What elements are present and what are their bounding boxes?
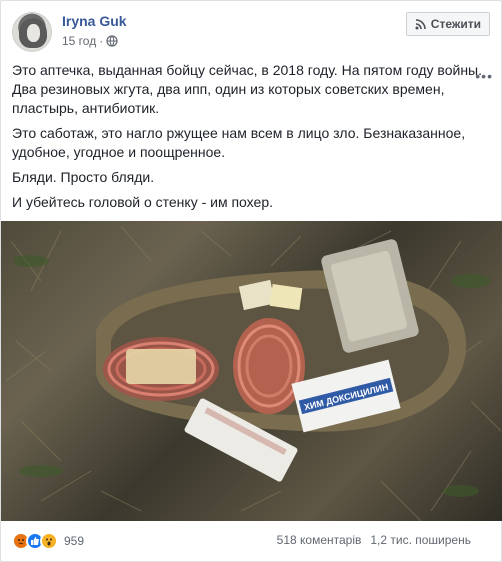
first-aid-kit-photo: ХИМ ДОКСИЦИЛИН [5,225,502,521]
post-photo[interactable]: ХИМ ДОКСИЦИЛИН [1,221,502,521]
shares-count[interactable]: 1,2 тис. поширень [370,533,471,547]
follow-button[interactable]: Стежити [405,12,490,36]
comments-count[interactable]: 518 коментарів [277,533,362,547]
post-paragraph: Это аптечка, выданная бойцу сейчас, в 20… [12,62,482,116]
post-paragraph: Бляди. Просто бляди. [12,169,155,185]
wow-reaction-icon [40,532,58,550]
post-footer: 959 518 коментарів 1,2 тис. поширень [12,529,490,553]
reaction-count: 959 [64,534,85,548]
post-paragraph: Это саботаж, это нагло ржущее нам всем в… [12,125,466,160]
post-paragraph: И убейтесь головой о стенку - им похер. [12,194,273,210]
author-name[interactable]: Iryna Guk [62,13,127,29]
post-card: Iryna Guk 15 год · Стежити ••• Это аптеч… [0,0,502,562]
rss-icon [415,18,426,29]
reactions-summary[interactable]: 959 [12,532,84,550]
post-header: Iryna Guk 15 год · Стежити ••• [12,12,492,84]
post-time[interactable]: 15 год [62,34,96,48]
author-avatar[interactable] [12,12,52,52]
post-meta: 15 год · [62,34,118,48]
engagement-stats: 518 коментарів 1,2 тис. поширень [277,533,471,547]
follow-label: Стежити [430,17,481,31]
globe-icon [106,35,118,47]
post-text: Это аптечка, выданная бойцу сейчас, в 20… [12,61,490,218]
